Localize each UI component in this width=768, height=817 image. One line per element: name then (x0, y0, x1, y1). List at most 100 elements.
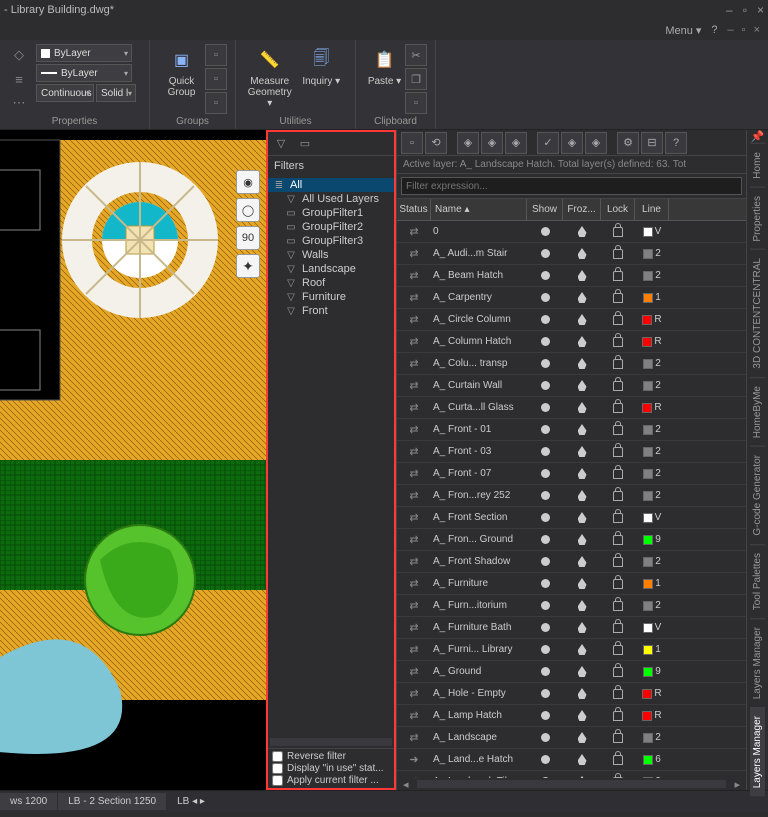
lineweight-combo[interactable]: ByLayer (36, 64, 132, 82)
lock-icon[interactable] (613, 249, 623, 259)
lock-icon[interactable] (613, 381, 623, 391)
show-icon[interactable] (541, 557, 550, 566)
canvas-angle-badge[interactable]: 90 (236, 226, 260, 250)
inquiry-button[interactable]: 🗐 Inquiry ▾ (296, 44, 348, 109)
filter-item[interactable]: ▽Landscape (268, 262, 394, 276)
show-icon[interactable] (541, 667, 550, 676)
freeze-icon[interactable] (578, 490, 587, 501)
freeze-icon[interactable] (578, 424, 587, 435)
reverse-filter-check[interactable]: Reverse filter (272, 751, 390, 762)
lp-btn-5[interactable]: ◈ (505, 132, 527, 154)
freeze-icon[interactable] (578, 512, 587, 523)
layer-row[interactable]: ⇄0V (397, 221, 746, 243)
lock-icon[interactable] (613, 579, 623, 589)
lp-btn-7[interactable]: ◈ (561, 132, 583, 154)
color-swatch[interactable] (642, 711, 652, 721)
freeze-icon[interactable] (578, 622, 587, 633)
color-combo[interactable]: ByLayer (36, 44, 132, 62)
color-swatch[interactable] (643, 623, 653, 633)
freeze-icon[interactable] (578, 534, 587, 545)
layer-row[interactable]: ⇄A_ Lands...ch Tile.2 (397, 771, 746, 778)
layer-row[interactable]: ⇄A_ Furn...itorium2 (397, 595, 746, 617)
show-icon[interactable] (541, 469, 550, 478)
folder-icon[interactable]: ▭ (296, 135, 314, 153)
freeze-icon[interactable] (578, 732, 587, 743)
layer-row[interactable]: ⇄A_ Audi...m Stair2 (397, 243, 746, 265)
quick-group-button[interactable]: ▣ Quick Group (158, 44, 205, 114)
freeze-icon[interactable] (578, 710, 587, 721)
show-icon[interactable] (541, 689, 550, 698)
lock-icon[interactable] (613, 667, 623, 677)
color-swatch[interactable] (643, 755, 653, 765)
freeze-icon[interactable] (578, 248, 587, 259)
footer-tab-3[interactable]: LB ◂ ▸ (167, 793, 215, 810)
color-swatch[interactable] (643, 293, 653, 303)
show-icon[interactable] (541, 271, 550, 280)
lp-btn-3[interactable]: ◈ (457, 132, 479, 154)
color-swatch[interactable] (643, 667, 653, 677)
lp-btn-2[interactable]: ⟲ (425, 132, 447, 154)
filter-item[interactable]: ▭GroupFilter2 (268, 220, 394, 234)
lock-icon[interactable] (613, 645, 623, 655)
color-swatch[interactable] (643, 227, 653, 237)
maximize-icon[interactable]: ▫ (743, 3, 747, 17)
filter-item[interactable]: ▽Front (268, 304, 394, 318)
side-tab[interactable]: Tool Palettes (750, 544, 765, 618)
inner-close-icon[interactable]: × (754, 24, 760, 36)
apply-current-check[interactable]: Apply current filter ... (272, 775, 390, 786)
canvas-toggle-3[interactable]: ✦ (236, 254, 260, 278)
group-btn-3[interactable]: ▫ (205, 92, 227, 114)
color-swatch[interactable] (643, 645, 653, 655)
show-icon[interactable] (541, 403, 550, 412)
copy-button[interactable]: ❐ (405, 68, 427, 90)
freeze-icon[interactable] (578, 380, 587, 391)
menu-button[interactable]: Menu ▾ (665, 24, 701, 37)
layer-row[interactable]: ⇄A_ Ground9 (397, 661, 746, 683)
col-name[interactable]: Name ▴ (431, 199, 527, 220)
freeze-icon[interactable] (578, 600, 587, 611)
show-icon[interactable] (541, 733, 550, 742)
cut-button[interactable]: ✂ (405, 44, 427, 66)
side-tab[interactable]: Layers Manager (750, 707, 765, 796)
freeze-icon[interactable] (578, 688, 587, 699)
color-swatch[interactable] (643, 381, 653, 391)
layer-row[interactable]: ⇄A_ Fron... Ground9 (397, 529, 746, 551)
show-icon[interactable] (541, 315, 550, 324)
footer-tab-1[interactable]: ws 1200 (0, 793, 57, 810)
canvas-toggle-2[interactable]: ◯ (236, 198, 260, 222)
color-swatch[interactable] (643, 535, 653, 545)
show-icon[interactable] (541, 227, 550, 236)
lp-btn-1[interactable]: ▫ (401, 132, 423, 154)
color-swatch[interactable] (643, 425, 653, 435)
show-icon[interactable] (541, 249, 550, 258)
lock-icon[interactable] (613, 513, 623, 523)
layer-row[interactable]: ⇄A_ Front SectionV (397, 507, 746, 529)
linestyle-combo[interactable]: Continuous (36, 84, 94, 102)
show-icon[interactable] (541, 381, 550, 390)
lock-icon[interactable] (613, 711, 623, 721)
lock-icon[interactable] (613, 601, 623, 611)
show-icon[interactable] (541, 293, 550, 302)
freeze-icon[interactable] (578, 270, 587, 281)
layers-rows[interactable]: ⇄0V⇄A_ Audi...m Stair2⇄A_ Beam Hatch2 ⇄A_… (397, 221, 746, 778)
layer-row[interactable]: ⇄A_ Curtain Wall2 (397, 375, 746, 397)
freeze-icon[interactable] (578, 336, 587, 347)
filter-item[interactable]: ▽All Used Layers (268, 192, 394, 206)
col-status[interactable]: Status (397, 199, 431, 220)
color-swatch[interactable] (643, 513, 653, 523)
show-icon[interactable] (541, 535, 550, 544)
color-swatch[interactable] (643, 733, 653, 743)
filter-root[interactable]: ≣ All (268, 178, 394, 192)
layer-row[interactable]: ⇄A_ Beam Hatch2 (397, 265, 746, 287)
lock-icon[interactable] (613, 733, 623, 743)
filter-item[interactable]: ▽Walls (268, 248, 394, 262)
lock-icon[interactable] (613, 227, 623, 237)
lp-settings-button[interactable]: ⚙ (617, 132, 639, 154)
pin-icon[interactable]: 📌 (751, 130, 765, 143)
side-tab[interactable]: Home (750, 143, 765, 187)
layer-row[interactable]: ⇄A_ Landscape2 (397, 727, 746, 749)
layer-row[interactable]: ⇄A_ Front Shadow2 (397, 551, 746, 573)
color-swatch[interactable] (643, 601, 653, 611)
layer-row[interactable]: ⇄A_ Furniture BathV (397, 617, 746, 639)
lock-icon[interactable] (613, 403, 623, 413)
